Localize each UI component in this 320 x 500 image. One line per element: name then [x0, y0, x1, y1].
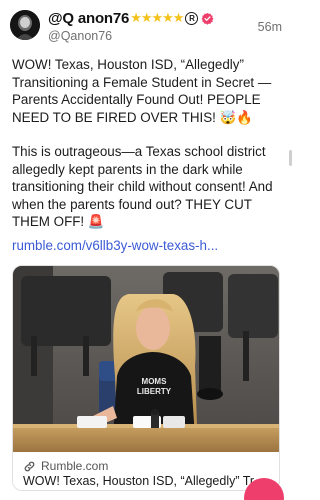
link-preview-footer[interactable]: Rumble.com WOW! Texas, Houston ISD, “All…: [13, 452, 279, 490]
author-name-row: @Q anon76 ★★★★★ R: [48, 9, 214, 27]
post-paragraph-2: This is outrageous—a Texas school distri…: [12, 144, 273, 229]
post-paragraph-1: WOW! Texas, Houston ISD, “Allegedly” Tra…: [12, 57, 272, 125]
post-link[interactable]: rumble.com/v6llb3y-wow-texas-h...: [12, 238, 218, 253]
scrollbar[interactable]: [289, 150, 292, 166]
sign-text-line-1: MOMS: [142, 377, 168, 386]
link-preview-image[interactable]: MOMS LIBERTY: [13, 266, 279, 452]
preview-photo: MOMS LIBERTY: [13, 266, 279, 452]
avatar[interactable]: [10, 10, 40, 40]
post-timestamp[interactable]: 56m: [258, 20, 282, 34]
avatar-icon: [10, 10, 40, 40]
link-title[interactable]: WOW! Texas, Houston ISD, “Allegedly” Tra…: [23, 474, 273, 488]
sign-text-line-2: LIBERTY: [137, 387, 172, 396]
link-source-row: Rumble.com: [23, 459, 108, 473]
author-handle[interactable]: @Qanon76: [48, 29, 112, 43]
display-name[interactable]: @Q anon76: [48, 10, 129, 27]
rating-stars: ★★★★★: [130, 10, 184, 25]
post-text: WOW! Texas, Houston ISD, “Allegedly” Tra…: [12, 56, 284, 231]
link-icon: [24, 461, 35, 471]
link-source: Rumble.com: [41, 459, 109, 473]
verified-badge-icon: [202, 12, 214, 25]
post-header: @Q anon76 ★★★★★ R @Qanon76 56m: [0, 0, 292, 48]
registered-mark-icon: R: [185, 11, 199, 25]
link-preview-card[interactable]: MOMS LIBERTY Rumble.com WOW! Texas, Hous…: [12, 265, 280, 491]
